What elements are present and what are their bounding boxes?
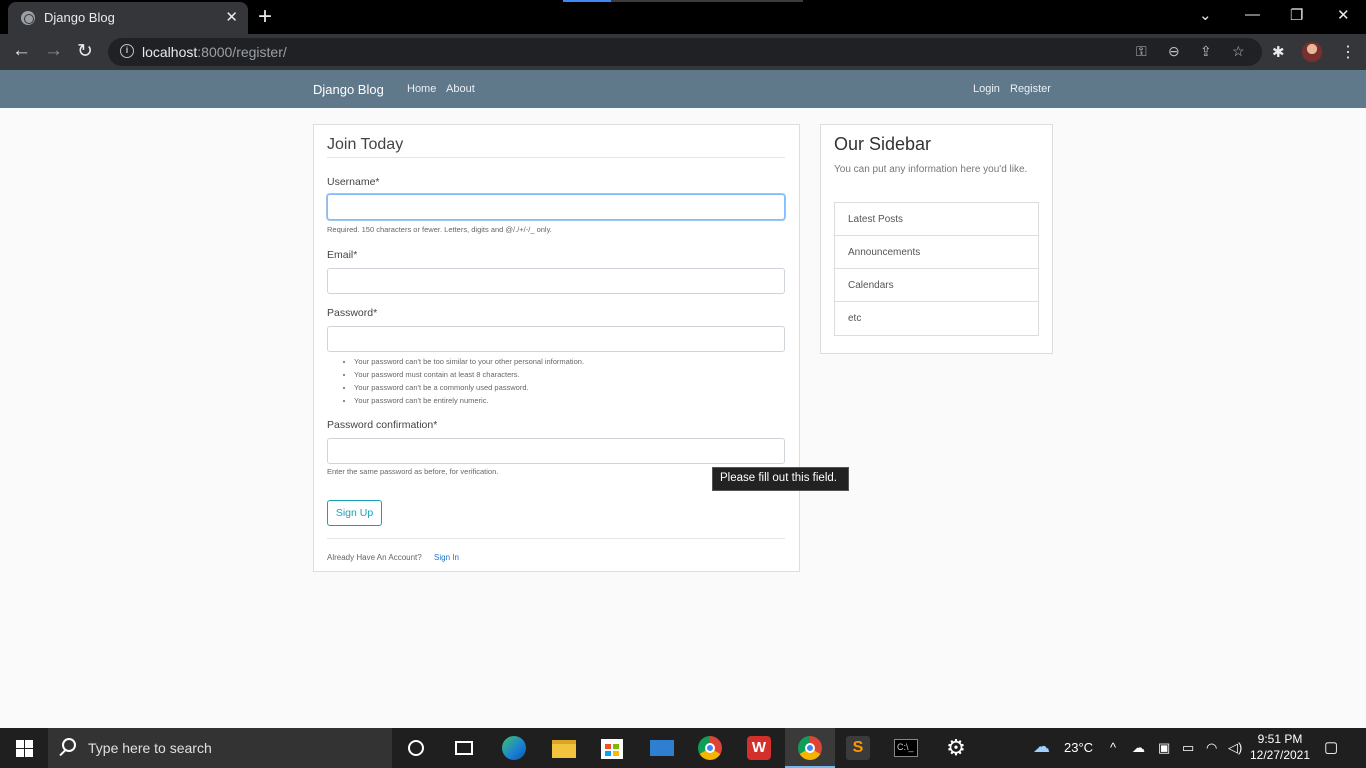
battery-icon[interactable]: ▭ xyxy=(1182,740,1194,756)
zoom-icon[interactable]: ⊖ xyxy=(1168,43,1180,60)
profile-avatar[interactable] xyxy=(1302,42,1322,62)
site-navbar: Django Blog Home About Login Register xyxy=(0,70,1366,108)
site-info-icon[interactable]: i xyxy=(120,44,134,58)
show-hidden-icons-icon[interactable]: ^ xyxy=(1110,740,1116,755)
globe-icon xyxy=(21,11,35,25)
password-rule: Your password must contain at least 8 ch… xyxy=(354,368,584,381)
new-tab-button[interactable]: + xyxy=(258,3,272,31)
sidebar-item-calendars[interactable]: Calendars xyxy=(835,269,1038,302)
reload-icon[interactable]: ↻ xyxy=(77,40,93,63)
extensions-puzzle-icon[interactable]: ✱ xyxy=(1272,43,1285,61)
sidebar-item-latest-posts[interactable]: Latest Posts xyxy=(835,203,1038,236)
validation-tooltip: Please fill out this field. xyxy=(712,467,849,491)
bookmark-star-icon[interactable]: ☆ xyxy=(1232,43,1245,60)
file-explorer-icon[interactable] xyxy=(552,736,576,760)
chrome-icon[interactable] xyxy=(698,736,722,760)
loading-indicator xyxy=(563,0,803,2)
edge-icon[interactable] xyxy=(502,736,526,760)
taskbar-search-box[interactable]: Type here to search xyxy=(48,728,392,768)
system-clock[interactable]: 9:51 PM 12/27/2021 xyxy=(1246,731,1314,763)
password-rule: Your password can't be entirely numeric. xyxy=(354,394,584,407)
restore-button[interactable]: ❐ xyxy=(1290,6,1303,24)
sign-in-link[interactable]: Sign In xyxy=(434,553,459,562)
clock-time: 9:51 PM xyxy=(1257,732,1303,746)
sidebar-title: Our Sidebar xyxy=(834,134,932,154)
site-brand-link[interactable]: Django Blog xyxy=(313,82,384,97)
form-legend: Join Today xyxy=(327,136,404,153)
settings-gear-icon[interactable]: ⚙ xyxy=(944,736,968,760)
close-window-button[interactable]: ✕ xyxy=(1337,6,1350,24)
password-rule: Your password can't be a commonly used p… xyxy=(354,381,584,394)
nav-about-link[interactable]: About xyxy=(446,83,475,95)
weather-icon[interactable]: ☁ xyxy=(1033,737,1050,757)
sign-up-button[interactable]: Sign Up xyxy=(327,500,382,526)
password-rule: Your password can't be too similar to yo… xyxy=(354,355,584,368)
windows-taskbar: Type here to search W S C:\_ ⚙ ☁ 23°C ^ … xyxy=(0,728,1366,768)
sidebar-item-announcements[interactable]: Announcements xyxy=(835,236,1038,269)
weather-temperature[interactable]: 23°C xyxy=(1064,740,1093,755)
minimize-button[interactable]: — xyxy=(1245,6,1260,23)
register-card: Join Today Username* Required. 150 chara… xyxy=(313,124,800,572)
key-icon[interactable]: ⚿ xyxy=(1136,43,1147,60)
address-bar[interactable]: i localhost:8000/register/ ⚿ ⊖ ⇪ ☆ xyxy=(108,38,1262,66)
volume-icon[interactable]: ◁) xyxy=(1228,740,1242,756)
search-icon xyxy=(62,738,76,752)
username-label: Username* xyxy=(327,176,380,188)
browser-tab-strip: Django Blog ✕ + ⌄ — ❐ ✕ xyxy=(0,0,1366,34)
email-label: Email* xyxy=(327,249,358,261)
browser-tab[interactable]: Django Blog ✕ xyxy=(8,2,248,34)
wifi-icon[interactable]: ◠ xyxy=(1206,740,1217,756)
cortana-icon[interactable] xyxy=(404,736,428,760)
meet-now-icon[interactable]: ▣ xyxy=(1158,740,1170,756)
browser-toolbar: ← → ↻ i localhost:8000/register/ ⚿ ⊖ ⇪ ☆… xyxy=(0,34,1366,70)
url-text[interactable]: localhost:8000/register/ xyxy=(142,44,287,60)
password-label: Password* xyxy=(327,307,378,319)
share-icon[interactable]: ⇪ xyxy=(1200,43,1212,60)
clock-date: 12/27/2021 xyxy=(1249,748,1311,762)
mail-icon[interactable] xyxy=(650,736,674,760)
sidebar-card: Our Sidebar You can put any information … xyxy=(820,124,1053,354)
email-input[interactable] xyxy=(327,268,785,294)
microsoft-store-icon[interactable] xyxy=(600,736,624,760)
nav-login-link[interactable]: Login xyxy=(973,83,1000,95)
tab-search-icon[interactable]: ⌄ xyxy=(1199,6,1212,24)
password-confirm-label: Password confirmation* xyxy=(327,419,438,431)
tab-title: Django Blog xyxy=(44,10,115,25)
sidebar-list: Latest Posts Announcements Calendars etc xyxy=(834,202,1039,336)
already-have-account-text: Already Have An Account? xyxy=(327,553,422,562)
back-icon[interactable]: ← xyxy=(12,40,31,62)
tab-close-button[interactable]: ✕ xyxy=(225,8,238,26)
card-divider xyxy=(327,538,785,539)
nav-register-link[interactable]: Register xyxy=(1010,83,1051,95)
chrome-active-icon[interactable] xyxy=(798,736,822,760)
terminal-icon[interactable]: C:\_ xyxy=(894,736,918,760)
username-help-text: Required. 150 characters or fewer. Lette… xyxy=(327,225,552,234)
legend-divider xyxy=(327,157,785,158)
sidebar-item-etc[interactable]: etc xyxy=(835,302,1038,335)
password-confirm-help-text: Enter the same password as before, for v… xyxy=(327,467,499,476)
notifications-icon[interactable]: ▢ xyxy=(1324,738,1338,756)
password-input[interactable] xyxy=(327,326,785,352)
wps-office-icon[interactable]: W xyxy=(747,736,771,760)
password-rules-list: Your password can't be too similar to yo… xyxy=(354,355,584,407)
nav-home-link[interactable]: Home xyxy=(407,83,436,95)
windows-start-icon[interactable] xyxy=(16,740,33,757)
browser-menu-icon[interactable]: ⋮ xyxy=(1340,42,1356,62)
sublime-text-icon[interactable]: S xyxy=(846,736,870,760)
forward-icon[interactable]: → xyxy=(44,40,63,62)
password-confirm-input[interactable] xyxy=(327,438,785,464)
onedrive-icon[interactable]: ☁ xyxy=(1132,740,1145,756)
sidebar-description: You can put any information here you'd l… xyxy=(834,164,1028,175)
taskbar-search-placeholder: Type here to search xyxy=(88,740,212,756)
task-view-icon[interactable] xyxy=(452,736,476,760)
username-input[interactable] xyxy=(327,194,785,220)
